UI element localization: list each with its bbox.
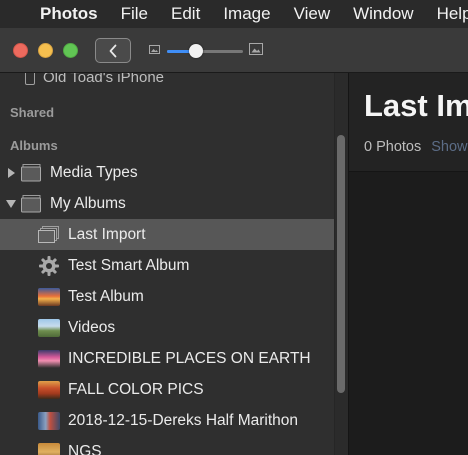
zoom-in-photo-icon[interactable] — [249, 43, 263, 55]
sidebar-item-label: Videos — [68, 318, 116, 336]
zoom-out-photo-icon[interactable] — [149, 45, 160, 54]
menu-file[interactable]: File — [121, 4, 148, 24]
menu-image[interactable]: Image — [223, 4, 270, 24]
iphone-icon — [25, 73, 35, 85]
sidebar-item-label: Last Import — [68, 225, 146, 243]
disclosure-expanded-icon[interactable] — [4, 199, 18, 208]
section-header-shared[interactable]: Shared — [10, 105, 54, 120]
sidebar-item-media-types[interactable]: Media Types — [0, 157, 334, 188]
page-title: Last Import — [364, 88, 468, 123]
close-window-button[interactable] — [13, 43, 28, 58]
main-pane: Last Import 0 Photos Show — [348, 73, 468, 455]
sidebar-item-label: NGS — [68, 442, 102, 455]
sidebar-item-label: INCREDIBLE PLACES ON EARTH — [68, 349, 311, 367]
sidebar-item-last-import[interactable]: Last Import — [0, 219, 334, 250]
sidebar-item-fall-color-pics[interactable]: FALL COLOR PICS — [0, 374, 334, 405]
menu-photos[interactable]: Photos — [40, 4, 98, 24]
menu-view[interactable]: View — [294, 4, 331, 24]
chevron-left-icon — [109, 44, 117, 57]
photo-thumbnail-ngs-icon — [38, 441, 60, 455]
sidebar-item-label: Media Types — [50, 163, 138, 181]
sidebar-item-label: 2018-12-15-Dereks Half Marithon — [68, 411, 299, 429]
menu-window[interactable]: Window — [353, 4, 413, 24]
sidebar-scrollbar-thumb[interactable] — [337, 135, 345, 393]
section-header-albums[interactable]: Albums — [10, 138, 58, 153]
sidebar-item-my-albums[interactable]: My Albums — [0, 188, 334, 219]
photo-grid-area[interactable] — [349, 172, 468, 455]
photo-thumbnail-landscape-icon — [38, 317, 60, 339]
photo-thumbnail-pink-icon — [38, 348, 60, 370]
sidebar-item-test-smart-album[interactable]: Test Smart Album — [0, 250, 334, 281]
sidebar-item-incredible-places[interactable]: INCREDIBLE PLACES ON EARTH — [0, 343, 334, 374]
photo-thumbnail-sunset-icon — [38, 286, 60, 308]
disclosure-collapsed-icon[interactable] — [4, 167, 18, 178]
menu-help[interactable]: Help — [437, 4, 468, 24]
folder-icon — [20, 162, 42, 184]
sidebar: Old Toad's iPhone Shared Albums Media Ty… — [0, 73, 348, 455]
sidebar-item-videos[interactable]: Videos — [0, 312, 334, 343]
menu-bar: Photos File Edit Image View Window Help — [0, 0, 468, 28]
sidebar-item-label: Test Smart Album — [68, 256, 190, 274]
window-toolbar — [0, 28, 468, 73]
sidebar-item-label: Test Album — [68, 287, 144, 305]
back-button[interactable] — [95, 38, 131, 63]
sidebar-item-label: My Albums — [50, 194, 126, 212]
menu-edit[interactable]: Edit — [171, 4, 200, 24]
sidebar-item-ngs[interactable]: NGS — [0, 436, 334, 455]
zoom-slider-thumb[interactable] — [188, 44, 203, 58]
folder-icon — [20, 193, 42, 215]
sidebar-item-label: FALL COLOR PICS — [68, 380, 204, 398]
sidebar-item-test-album[interactable]: Test Album — [0, 281, 334, 312]
photo-thumbnail-fall-icon — [38, 379, 60, 401]
photo-count-line: 0 Photos Show — [364, 139, 468, 155]
sidebar-item-label: Old Toad's iPhone — [43, 73, 165, 86]
sidebar-item-device[interactable]: Old Toad's iPhone — [0, 73, 340, 88]
sidebar-item-dereks-half-marithon[interactable]: 2018-12-15-Dereks Half Marithon — [0, 405, 334, 436]
album-stack-icon — [38, 224, 60, 246]
minimize-window-button[interactable] — [38, 43, 53, 58]
fullscreen-window-button[interactable] — [63, 43, 78, 58]
zoom-slider[interactable] — [167, 44, 243, 58]
photo-count: 0 Photos — [364, 139, 422, 155]
gear-icon — [38, 255, 60, 277]
photo-thumbnail-people-icon — [38, 410, 60, 432]
show-link[interactable]: Show — [431, 139, 467, 155]
